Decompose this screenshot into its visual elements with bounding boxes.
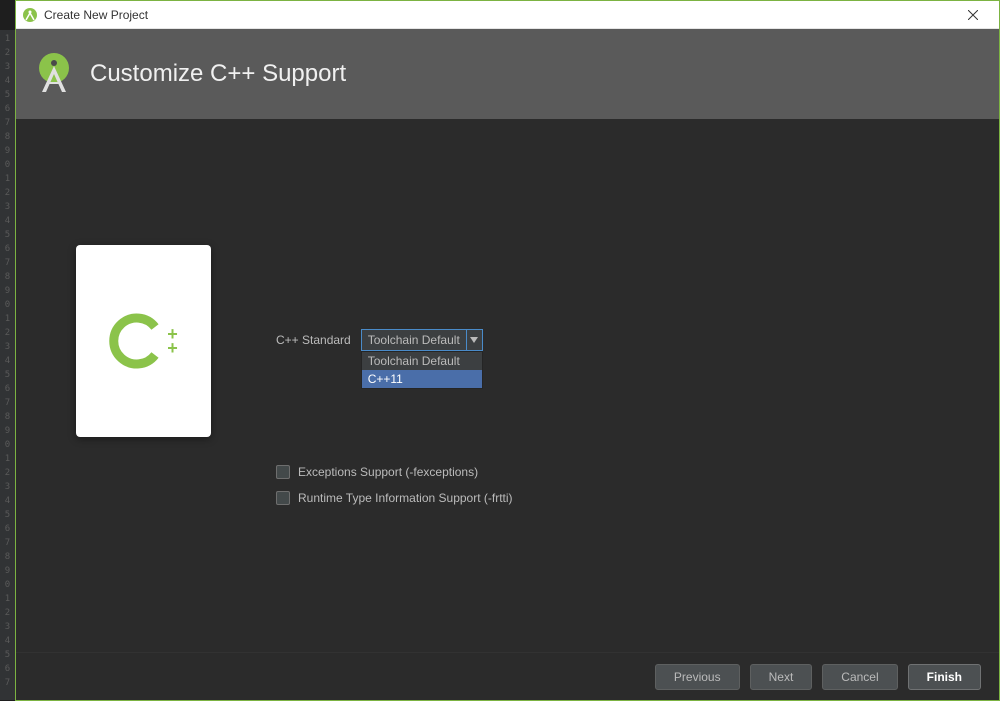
cpp-illustration-card: + + — [76, 245, 211, 437]
dialog-window: Create New Project Customize C++ Support — [15, 0, 1000, 701]
android-studio-logo-icon — [30, 50, 78, 98]
cpp-standard-label: C++ Standard — [276, 333, 351, 347]
wizard-header: Customize C++ Support — [16, 29, 999, 119]
checkbox-area: Exceptions Support (-fexceptions) Runtim… — [276, 465, 513, 505]
editor-gutter: 1234567890 1234567890 1234567890 1234567… — [0, 30, 15, 700]
close-button[interactable] — [953, 1, 993, 29]
checkbox-box-icon — [276, 491, 290, 505]
dropdown-selected-value: Toolchain Default — [362, 333, 466, 347]
finish-button[interactable]: Finish — [908, 664, 981, 690]
dropdown-option-toolchain-default[interactable]: Toolchain Default — [362, 352, 482, 370]
checkbox-box-icon — [276, 465, 290, 479]
previous-button[interactable]: Previous — [655, 664, 740, 690]
dropdown-trigger[interactable]: Toolchain Default — [361, 329, 483, 351]
wizard-title: Customize C++ Support — [90, 60, 346, 88]
rtti-support-label: Runtime Type Information Support (-frtti… — [298, 491, 513, 505]
wizard-footer: Previous Next Cancel Finish — [16, 652, 999, 700]
next-button[interactable]: Next — [750, 664, 813, 690]
chevron-down-icon — [466, 330, 482, 350]
cancel-button[interactable]: Cancel — [822, 664, 897, 690]
cpp-c-icon — [109, 311, 169, 371]
titlebar[interactable]: Create New Project — [16, 1, 999, 29]
form-area: C++ Standard Toolchain Default Toolchain… — [276, 329, 483, 351]
exceptions-support-checkbox[interactable]: Exceptions Support (-fexceptions) — [276, 465, 513, 479]
exceptions-support-label: Exceptions Support (-fexceptions) — [298, 465, 478, 479]
titlebar-title: Create New Project — [44, 8, 953, 22]
rtti-support-checkbox[interactable]: Runtime Type Information Support (-frtti… — [276, 491, 513, 505]
dropdown-menu: Toolchain Default C++11 — [361, 351, 483, 389]
android-studio-icon — [22, 7, 38, 23]
cpp-standard-dropdown[interactable]: Toolchain Default Toolchain Default C++1… — [361, 329, 483, 351]
dropdown-option-cpp11[interactable]: C++11 — [362, 370, 482, 388]
wizard-content: + + C++ Standard Toolchain Default Toolc… — [16, 119, 999, 652]
